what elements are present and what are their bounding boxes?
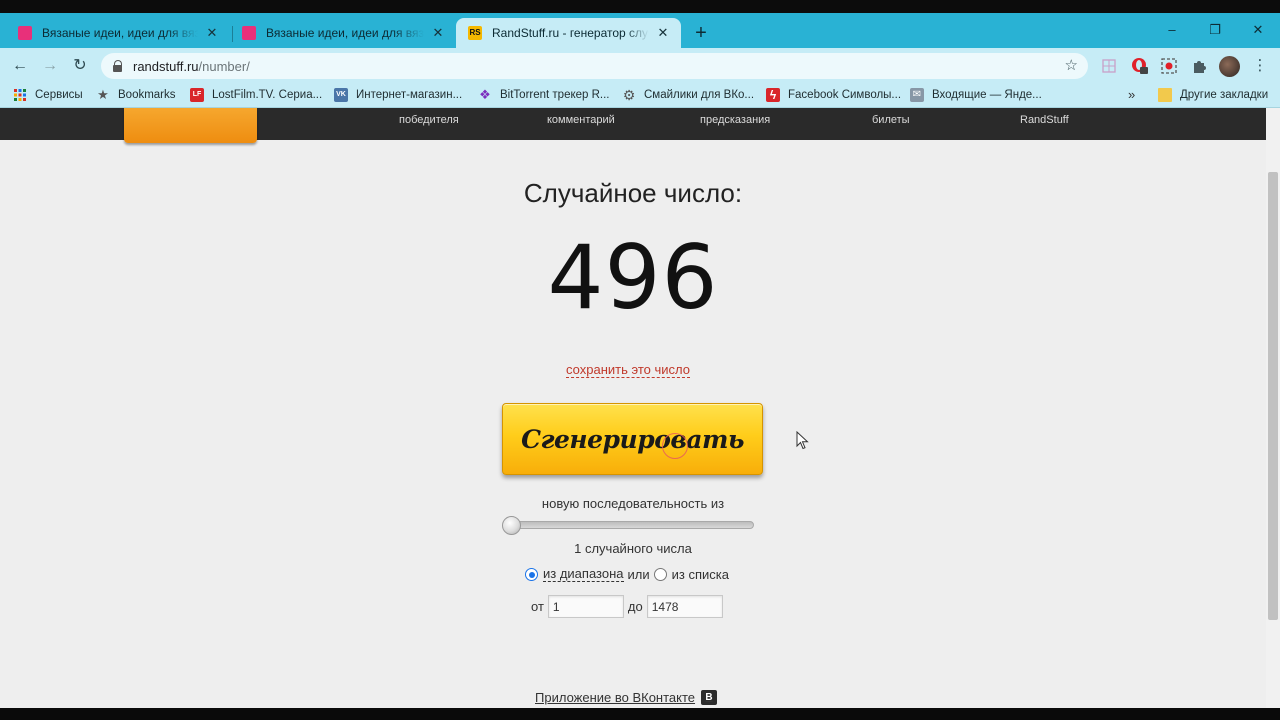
count-slider-handle[interactable]	[502, 516, 521, 535]
screen-top-border	[0, 0, 1280, 13]
web-page: победителя комментарий предсказания биле…	[0, 108, 1280, 708]
reload-button[interactable]: ↻	[69, 55, 91, 77]
back-button[interactable]: ←	[9, 55, 31, 77]
range-inputs: от до	[531, 595, 727, 618]
list-mode-radio[interactable]	[653, 568, 667, 581]
minimize-button[interactable]: –	[1162, 22, 1182, 37]
vk-app-link[interactable]: Приложение во ВКонтакте В	[535, 690, 718, 705]
bookmark-label: Смайлики для ВКо...	[644, 89, 755, 101]
bookmarks-bar: Сервисы ★ Bookmarks LF LostFilm.TV. Сери…	[0, 84, 1280, 108]
tab-strip: Вязаные идеи, идеи для вязания ✕ Вязаные…	[0, 13, 1280, 48]
lightning-icon: ϟ	[766, 88, 780, 102]
site-navigation: победителя комментарий предсказания биле…	[0, 108, 1266, 143]
bookmarks-overflow-icon[interactable]: »	[1128, 87, 1135, 102]
bookmark-label: BitTorrent трекер R...	[500, 89, 610, 101]
gear-icon: ⚙	[622, 87, 636, 103]
from-label: от	[531, 599, 544, 614]
opera-extension-icon[interactable]	[1131, 57, 1149, 75]
list-mode-label[interactable]: из списка	[672, 567, 729, 582]
profile-avatar[interactable]	[1219, 56, 1240, 77]
bookmark-services[interactable]: Сервисы	[13, 88, 83, 102]
bookmark-label: Facebook Символы...	[788, 89, 902, 101]
grid-extension-icon[interactable]	[1100, 57, 1118, 75]
nav-link-tickets[interactable]: билеты	[872, 114, 910, 126]
mail-icon: ✉	[910, 88, 924, 102]
from-input[interactable]	[547, 595, 624, 618]
star-icon: ★	[97, 87, 109, 102]
screen-capture-icon[interactable]	[1160, 57, 1178, 75]
lock-icon[interactable]	[113, 60, 123, 72]
tab-title: Вязаные идеи, идеи для вязания	[266, 26, 424, 40]
bookmark-bookmarks[interactable]: ★ Bookmarks	[96, 87, 176, 102]
close-icon[interactable]: ✕	[430, 25, 446, 41]
site-logo-tab[interactable]	[124, 108, 257, 143]
apps-grid-icon	[14, 89, 26, 101]
address-bar[interactable]: randstuff.ru/number/ ☆	[101, 53, 1088, 79]
bookmark-label: Интернет-магазин...	[356, 89, 463, 101]
vk-icon: VK	[334, 88, 348, 102]
screen-bottom-border	[0, 708, 1280, 720]
to-label: до	[627, 599, 643, 614]
bookmark-smileys[interactable]: ⚙ Смайлики для ВКо...	[622, 88, 754, 102]
page-scrollbar[interactable]	[1266, 108, 1280, 708]
mouse-cursor-icon	[796, 431, 809, 450]
vk-app-link-text[interactable]: Приложение во ВКонтакте	[535, 690, 695, 705]
tab-knitting-2[interactable]: Вязаные идеи, идеи для вязания ✕	[224, 18, 456, 48]
tab-randstuff[interactable]: RS RandStuff.ru - генератор случайных чи…	[456, 18, 681, 48]
random-number-display: 496	[547, 226, 719, 329]
nav-link-comment[interactable]: комментарий	[547, 114, 615, 126]
bookmark-label: Другие закладки	[1180, 89, 1269, 101]
range-mode-label[interactable]: из диапазона	[543, 567, 624, 582]
bookmark-label: Bookmarks	[118, 89, 176, 101]
close-icon[interactable]: ✕	[655, 25, 671, 41]
tab-title: RandStuff.ru - генератор случайных чисел	[492, 26, 649, 40]
lostfilm-icon: LF	[190, 88, 204, 102]
new-tab-button[interactable]: +	[690, 22, 712, 44]
save-number-link[interactable]: сохранить это число	[566, 362, 690, 378]
bookmark-facebook-symbols[interactable]: ϟ Facebook Символы...	[766, 88, 901, 102]
bookmark-rutracker[interactable]: ❖ BitTorrent трекер R...	[478, 87, 610, 102]
randstuff-favicon-icon: RS	[468, 26, 482, 40]
count-label: 1 случайного числа	[574, 541, 692, 556]
browser-menu-icon[interactable]: ⋮	[1249, 55, 1271, 77]
restore-button[interactable]: ❐	[1205, 22, 1225, 38]
bookmark-label: LostFilm.TV. Сериа...	[212, 89, 323, 101]
forward-button[interactable]: →	[39, 55, 61, 77]
bookmark-lostfilm[interactable]: LF LostFilm.TV. Сериа...	[190, 88, 322, 102]
click-indicator	[662, 433, 688, 459]
close-icon[interactable]: ✕	[204, 25, 220, 41]
rutracker-icon: ❖	[479, 87, 491, 102]
bookmark-star-icon[interactable]: ☆	[1065, 56, 1078, 74]
tab-title: Вязаные идеи, идеи для вязания	[42, 26, 198, 40]
sequence-label: новую последовательность из	[541, 496, 725, 511]
puzzle-extensions-icon[interactable]	[1190, 57, 1208, 75]
url-path: /number/	[198, 58, 250, 74]
bookmark-label: Входящие — Янде...	[932, 89, 1042, 101]
browser-toolbar: ← → ↻ randstuff.ru/number/ ☆ ⋮	[0, 48, 1280, 84]
other-bookmarks-folder[interactable]: Другие закладки	[1158, 88, 1268, 102]
count-slider-track[interactable]	[506, 521, 754, 529]
mode-or-text: или	[627, 567, 650, 582]
page-title: Случайное число:	[523, 178, 743, 208]
scrollbar-thumb[interactable]	[1268, 172, 1278, 620]
close-window-button[interactable]: ✕	[1248, 22, 1268, 38]
generate-button[interactable]: Сгенерировать	[502, 403, 763, 475]
vk-badge-icon: В	[701, 690, 718, 705]
bookmark-label: Сервисы	[35, 89, 83, 101]
nav-link-prediction[interactable]: предсказания	[700, 114, 770, 126]
range-mode-radio[interactable]	[525, 568, 538, 581]
nav-link-winner[interactable]: победителя	[399, 114, 459, 126]
knitting-favicon-icon	[18, 26, 32, 40]
tab-knitting-1[interactable]: Вязаные идеи, идеи для вязания ✕	[0, 18, 230, 48]
knitting-favicon-icon	[242, 26, 256, 40]
bookmark-yandex-mail[interactable]: ✉ Входящие — Янде...	[910, 88, 1042, 102]
bookmark-vk-shop[interactable]: VK Интернет-магазин...	[334, 88, 462, 102]
folder-icon	[1158, 88, 1172, 102]
mode-selector: из диапазона или из списка	[525, 567, 729, 582]
nav-link-randstuff[interactable]: RandStuff	[1020, 114, 1069, 126]
url-host: randstuff.ru	[133, 58, 199, 74]
to-input[interactable]	[646, 595, 723, 618]
